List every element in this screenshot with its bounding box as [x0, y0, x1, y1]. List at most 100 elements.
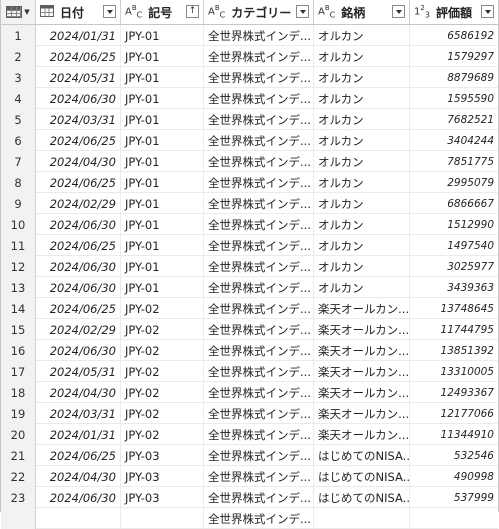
row-number-cell[interactable]: 2	[1, 46, 36, 67]
table-row[interactable]: 18 2024/04/30 JPY-02 全世界株式インデ... 楽天オールカン... 1…	[1, 382, 498, 403]
name-cell[interactable]: はじめてのNISA...	[314, 487, 410, 508]
code-cell[interactable]: JPY-01	[121, 88, 204, 109]
category-cell[interactable]: 全世界株式インデ...	[204, 277, 314, 298]
code-cell[interactable]: JPY-01	[121, 109, 204, 130]
table-row[interactable]: 14 2024/06/25 JPY-02 全世界株式インデ... 楽天オールカン... 1…	[1, 298, 498, 319]
row-number-cell[interactable]: 13	[1, 277, 36, 298]
date-cell[interactable]: 2024/05/31	[36, 67, 121, 88]
filter-dropdown-category[interactable]	[296, 5, 309, 18]
row-number-cell[interactable]: 18	[1, 382, 36, 403]
name-cell[interactable]: オルカン	[314, 130, 410, 151]
table-row[interactable]: 13 2024/06/30 JPY-01 全世界株式インデ... オルカン 3439363	[1, 277, 498, 298]
category-cell[interactable]: 全世界株式インデ...	[204, 151, 314, 172]
name-cell[interactable]: オルカン	[314, 193, 410, 214]
name-cell[interactable]: オルカン	[314, 46, 410, 67]
table-row[interactable]: 16 2024/06/30 JPY-02 全世界株式インデ... 楽天オールカン... 1…	[1, 340, 498, 361]
value-cell[interactable]: 3025977	[410, 256, 498, 277]
date-cell[interactable]	[36, 508, 121, 529]
row-number-cell[interactable]: 15	[1, 319, 36, 340]
category-cell[interactable]: 全世界株式インデ...	[204, 466, 314, 487]
table-row[interactable]: 3 2024/05/31 JPY-01 全世界株式インデ... オルカン 8879689	[1, 67, 498, 88]
category-cell[interactable]: 全世界株式インデ...	[204, 130, 314, 151]
date-cell[interactable]: 2024/06/30	[36, 277, 121, 298]
name-cell[interactable]: オルカン	[314, 151, 410, 172]
name-cell[interactable]: オルカン	[314, 25, 410, 46]
row-number-cell[interactable]: 9	[1, 193, 36, 214]
value-cell[interactable]: 6866667	[410, 193, 498, 214]
row-number-cell[interactable]: 1	[1, 25, 36, 46]
code-cell[interactable]: JPY-01	[121, 214, 204, 235]
value-cell[interactable]: 1512990	[410, 214, 498, 235]
table-row[interactable]: 10 2024/06/30 JPY-01 全世界株式インデ... オルカン 1512990	[1, 214, 498, 235]
category-cell[interactable]: 全世界株式インデ...	[204, 25, 314, 46]
row-number-cell[interactable]	[1, 508, 36, 529]
table-row[interactable]: 11 2024/06/25 JPY-01 全世界株式インデ... オルカン 1497540	[1, 235, 498, 256]
value-cell[interactable]: 8879689	[410, 67, 498, 88]
code-cell[interactable]: JPY-02	[121, 424, 204, 445]
category-cell[interactable]: 全世界株式インデ...	[204, 256, 314, 277]
date-cell[interactable]: 2024/06/25	[36, 130, 121, 151]
category-cell[interactable]: 全世界株式インデ...	[204, 487, 314, 508]
value-cell[interactable]: 12177066	[410, 403, 498, 424]
table-row[interactable]: 21 2024/06/25 JPY-03 全世界株式インデ... はじめてのNISA..…	[1, 445, 498, 466]
code-cell[interactable]: JPY-02	[121, 298, 204, 319]
table-row[interactable]: 12 2024/06/30 JPY-01 全世界株式インデ... オルカン 3025977	[1, 256, 498, 277]
category-cell[interactable]: 全世界株式インデ...	[204, 508, 314, 529]
table-row[interactable]: 5 2024/03/31 JPY-01 全世界株式インデ... オルカン 7682521	[1, 109, 498, 130]
value-cell[interactable]: 11344910	[410, 424, 498, 445]
date-cell[interactable]: 2024/06/25	[36, 298, 121, 319]
date-cell[interactable]: 2024/03/31	[36, 403, 121, 424]
row-number-cell[interactable]: 5	[1, 109, 36, 130]
name-cell[interactable]: オルカン	[314, 67, 410, 88]
date-cell[interactable]: 2024/06/25	[36, 445, 121, 466]
name-cell[interactable]: オルカン	[314, 214, 410, 235]
value-cell[interactable]: 13748645	[410, 298, 498, 319]
value-cell[interactable]: 11744795	[410, 319, 498, 340]
name-cell[interactable]	[314, 508, 410, 529]
column-header-code[interactable]: ABC 記号 ↑	[121, 0, 204, 24]
value-cell[interactable]: 7851775	[410, 151, 498, 172]
value-cell[interactable]: 1497540	[410, 235, 498, 256]
name-cell[interactable]: オルカン	[314, 109, 410, 130]
name-cell[interactable]: はじめてのNISA...	[314, 466, 410, 487]
code-cell[interactable]	[121, 508, 204, 529]
code-cell[interactable]: JPY-01	[121, 277, 204, 298]
name-cell[interactable]: 楽天オールカン...	[314, 424, 410, 445]
value-cell[interactable]	[410, 508, 498, 529]
row-number-cell[interactable]: 16	[1, 340, 36, 361]
code-cell[interactable]: JPY-03	[121, 445, 204, 466]
name-cell[interactable]: オルカン	[314, 235, 410, 256]
code-cell[interactable]: JPY-02	[121, 340, 204, 361]
filter-dropdown-name[interactable]	[392, 5, 405, 18]
value-cell[interactable]: 490998	[410, 466, 498, 487]
row-number-cell[interactable]: 17	[1, 361, 36, 382]
code-cell[interactable]: JPY-01	[121, 256, 204, 277]
category-cell[interactable]: 全世界株式インデ...	[204, 298, 314, 319]
table-row[interactable]: 6 2024/06/25 JPY-01 全世界株式インデ... オルカン 3404244	[1, 130, 498, 151]
name-cell[interactable]: オルカン	[314, 277, 410, 298]
category-cell[interactable]: 全世界株式インデ...	[204, 235, 314, 256]
name-cell[interactable]: 楽天オールカン...	[314, 319, 410, 340]
code-cell[interactable]: JPY-02	[121, 319, 204, 340]
table-row[interactable]: 7 2024/04/30 JPY-01 全世界株式インデ... オルカン 7851775	[1, 151, 498, 172]
category-cell[interactable]: 全世界株式インデ...	[204, 109, 314, 130]
value-cell[interactable]: 7682521	[410, 109, 498, 130]
value-cell[interactable]: 532546	[410, 445, 498, 466]
name-cell[interactable]: 楽天オールカン...	[314, 298, 410, 319]
column-header-category[interactable]: ABC カテゴリー	[204, 0, 314, 24]
column-header-value[interactable]: 123 評価額	[410, 0, 498, 24]
row-number-cell[interactable]: 14	[1, 298, 36, 319]
table-row[interactable]: 9 2024/02/29 JPY-01 全世界株式インデ... オルカン 6866667	[1, 193, 498, 214]
code-cell[interactable]: JPY-01	[121, 67, 204, 88]
filter-dropdown-date[interactable]	[103, 5, 116, 18]
name-cell[interactable]: はじめてのNISA...	[314, 445, 410, 466]
row-number-cell[interactable]: 3	[1, 67, 36, 88]
date-cell[interactable]: 2024/06/30	[36, 88, 121, 109]
date-cell[interactable]: 2024/06/30	[36, 487, 121, 508]
column-header-name[interactable]: ABC 銘柄	[314, 0, 410, 24]
row-number-cell[interactable]: 20	[1, 424, 36, 445]
code-cell[interactable]: JPY-02	[121, 403, 204, 424]
table-menu-button[interactable]: ▼	[1, 0, 36, 24]
date-cell[interactable]: 2024/06/25	[36, 172, 121, 193]
row-number-cell[interactable]: 21	[1, 445, 36, 466]
